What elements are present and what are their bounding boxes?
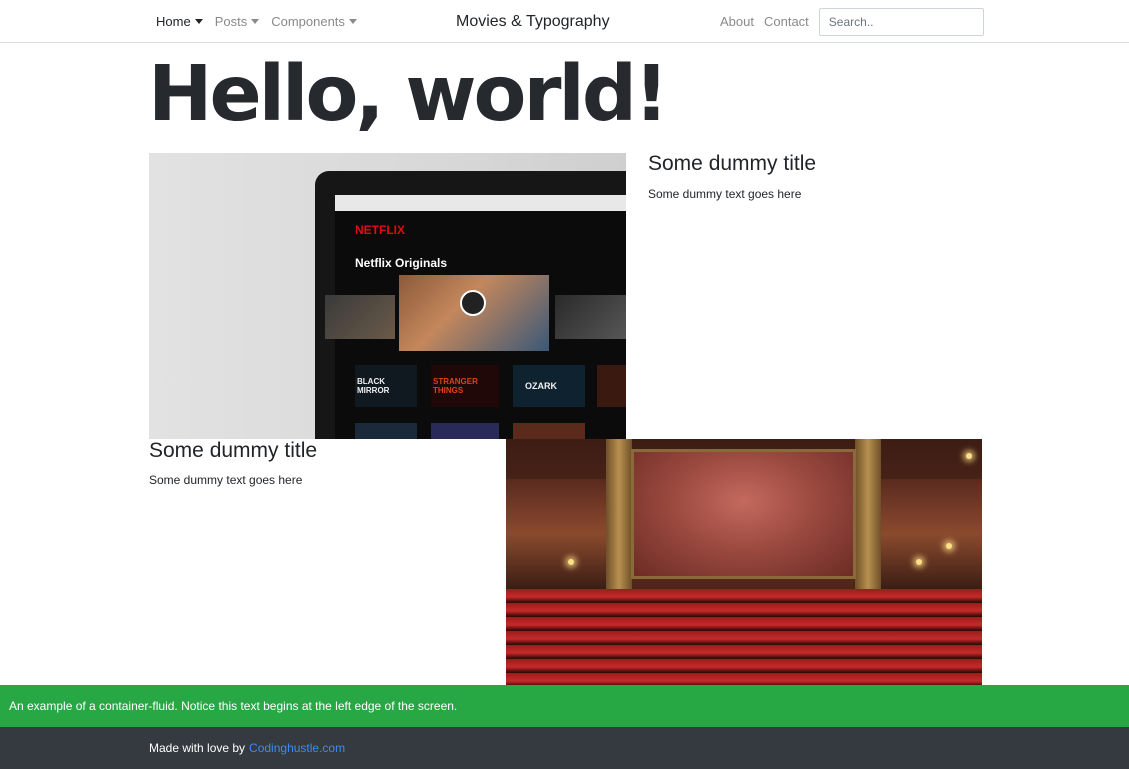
caret-down-icon (251, 19, 260, 24)
netflix-logo: NETFLIX (355, 223, 405, 237)
nav-contact-link[interactable]: Contact (764, 14, 809, 29)
card1-text: Some dummy text goes here (648, 187, 802, 201)
footer-link[interactable]: Codinghustle.com (249, 741, 345, 755)
laptop-netflix-image: NETFLIX Netflix Originals BLACK MIRROR S… (149, 153, 626, 439)
nav-posts-label: Posts (214, 14, 248, 29)
card1-title: Some dummy title (648, 152, 817, 175)
navbar: Home Posts Components Movies & Typograph… (0, 0, 1129, 43)
footer: Made with love by Codinghustle.com (0, 727, 1129, 769)
tile-black-mirror-text: BLACK MIRROR (357, 377, 390, 395)
search-input[interactable] (818, 7, 984, 36)
nav-home-label: Home (156, 14, 191, 29)
thumbnail-left (325, 295, 395, 339)
wall-light (916, 559, 922, 565)
nav-components-label: Components (271, 14, 345, 29)
nav-home-dropdown[interactable]: Home (156, 14, 203, 29)
tile-row3-a (355, 423, 417, 439)
card2-text: Some dummy text goes here (149, 473, 303, 487)
nav-right: About Contact (720, 0, 984, 43)
tile-row3-b (431, 423, 499, 439)
card2-title: Some dummy title (149, 439, 318, 462)
nav-left: Home Posts Components (156, 0, 357, 43)
wall-light (568, 559, 574, 565)
proscenium-left (606, 439, 632, 589)
container-fluid-bar: An example of a container-fluid. Notice … (0, 685, 1129, 727)
netflix-section-title: Netflix Originals (355, 256, 448, 270)
tile-stranger-things-text: STRANGER THINGS (433, 377, 478, 395)
wall-light (946, 543, 952, 549)
tile-row3-c (513, 423, 585, 439)
nav-components-dropdown[interactable]: Components (271, 14, 357, 29)
nav-posts-dropdown[interactable]: Posts (215, 14, 260, 29)
caret-down-icon (348, 19, 357, 24)
thumbnail-right (555, 295, 626, 339)
theater-stage-image (506, 439, 982, 685)
balcony-right (881, 479, 982, 589)
laptop-screen: NETFLIX Netflix Originals BLACK MIRROR S… (325, 195, 626, 439)
hero-heading: Hello, world! (148, 50, 669, 139)
play-icon (460, 290, 486, 316)
tile-ozark-text: OZARK (525, 381, 557, 391)
balcony-left (506, 479, 606, 589)
wall-light (966, 453, 972, 459)
nav-about-link[interactable]: About (720, 14, 754, 29)
footer-text: Made with love by (149, 741, 246, 755)
theater-seats (506, 589, 982, 685)
caret-down-icon (194, 19, 203, 24)
browser-bar (335, 195, 626, 211)
container-fluid-text: An example of a container-fluid. Notice … (9, 699, 458, 713)
stage-curtain (631, 449, 856, 579)
navbar-brand[interactable]: Movies & Typography (456, 0, 610, 43)
proscenium-right (855, 439, 881, 589)
tile-extra (597, 365, 626, 407)
